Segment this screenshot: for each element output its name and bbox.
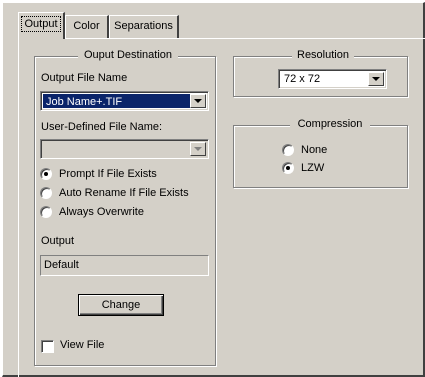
radio-auto-rename-label: Auto Rename If File Exists [59,187,189,199]
output-file-name-label: Output File Name [41,72,128,84]
chevron-down-icon [372,77,380,81]
radio-always-overwrite-label: Always Overwrite [59,206,144,218]
tab-output[interactable]: Output [18,12,65,39]
output-destination-title: Ouput Destination [78,49,178,61]
user-defined-combo[interactable] [40,139,209,159]
output-value-field: Default [40,255,209,276]
radio-lzw-label: LZW [301,162,325,174]
user-defined-dropdown-button[interactable] [190,142,206,156]
radio-compression-lzw[interactable]: LZW [282,162,324,174]
radio-none-label: None [301,144,328,156]
tab-color[interactable]: Color [65,15,109,38]
change-button[interactable]: Change [78,294,164,316]
radio-indicator [282,144,294,156]
radio-indicator [40,168,52,180]
user-defined-value [43,142,190,156]
view-file-label: View File [60,339,105,351]
radio-prompt-label: Prompt If File Exists [59,168,157,180]
output-file-name-dropdown-button[interactable] [190,94,206,108]
resolution-value: 72 x 72 [284,73,321,85]
tab-output-label: Output [21,16,61,32]
tab-color-label: Color [73,20,100,32]
output-file-name-value: Job Name+.TIF [43,94,190,108]
resolution-title: Resolution [292,49,354,61]
radio-auto-rename[interactable]: Auto Rename If File Exists [40,187,189,199]
output-file-name-combo[interactable]: Job Name+.TIF [40,91,209,111]
resolution-dropdown-button[interactable] [368,72,384,86]
radio-compression-none[interactable]: None [282,144,327,156]
radio-prompt-if-exists[interactable]: Prompt If File Exists [40,168,157,180]
resolution-combo[interactable]: 72 x 72 [278,69,387,89]
output-label: Output [41,235,75,247]
chevron-down-icon [194,147,202,151]
radio-indicator [40,187,52,199]
view-file-checkbox[interactable] [41,340,54,353]
radio-indicator [282,162,294,174]
user-defined-label: User-Defined File Name: [41,121,163,133]
compression-group [233,125,408,188]
radio-always-overwrite[interactable]: Always Overwrite [40,206,144,218]
tab-separations[interactable]: Separations [109,15,179,38]
change-button-label: Change [101,299,141,311]
compression-title: Compression [290,118,370,130]
chevron-down-icon [194,99,202,103]
radio-indicator [40,206,52,218]
tab-separations-label: Separations [114,20,173,32]
